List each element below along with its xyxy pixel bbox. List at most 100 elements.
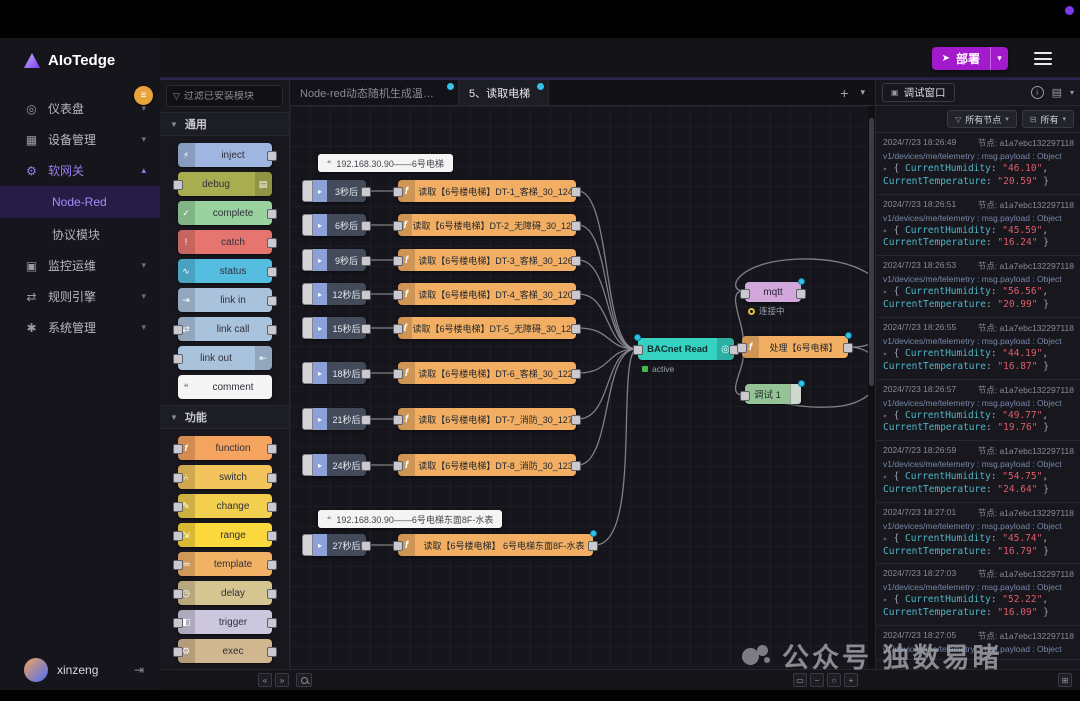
filter-nodes-button[interactable]: ▽ 所有节点 ▾: [947, 110, 1017, 128]
debug-message-list[interactable]: 2024/7/23 18:26:49节点: a1a7ebc132297118 v…: [876, 133, 1080, 671]
inject-button[interactable]: [302, 408, 313, 430]
expand-caret[interactable]: ▸: [883, 287, 888, 296]
add-flow-button[interactable]: +: [840, 85, 848, 101]
expand-caret[interactable]: ▸: [883, 534, 888, 543]
inject-node-18s[interactable]: ▸18秒后: [302, 362, 366, 384]
function-node-read-dt8[interactable]: f读取【6号楼电梯】DT-8_消防_30_123: [398, 454, 576, 476]
inject-button[interactable]: [302, 317, 313, 339]
debug-message[interactable]: 2024/7/23 18:26:49节点: a1a7ebc132297118 v…: [876, 133, 1080, 195]
minimap-toggle-button[interactable]: ▭: [793, 673, 807, 687]
sidebar-item-node-red[interactable]: Node-Red: [0, 186, 160, 218]
sidebar-item-system[interactable]: ✱ 系统管理 ▾: [0, 312, 160, 343]
logout-icon[interactable]: ⇥: [134, 663, 144, 677]
clear-messages-button[interactable]: ⊟ 所有 ▾: [1022, 110, 1074, 128]
palette-collapse-left-button[interactable]: «: [258, 673, 272, 687]
expand-caret[interactable]: ▸: [883, 164, 888, 173]
scrollbar-thumb[interactable]: [869, 118, 874, 386]
inject-button[interactable]: [302, 249, 313, 271]
palette-search-input[interactable]: [184, 91, 274, 102]
palette-node-switch[interactable]: ⑃switch: [178, 465, 272, 489]
floating-widget-badge[interactable]: ≡: [134, 86, 153, 105]
palette-category-function[interactable]: ▼ 功能: [160, 405, 289, 429]
docs-icon[interactable]: ▤: [1052, 86, 1062, 99]
info-icon[interactable]: i: [1031, 86, 1044, 99]
deploy-options-caret[interactable]: ▾: [990, 47, 1008, 70]
palette-search[interactable]: ▽: [166, 85, 283, 107]
inject-node-9s[interactable]: ▸9秒后: [302, 249, 366, 271]
zoom-out-button[interactable]: −: [810, 673, 824, 687]
main-menu-icon[interactable]: [1034, 52, 1052, 65]
palette-node-link-in[interactable]: ⇥link in: [178, 288, 272, 312]
palette-node-template[interactable]: ≔template: [178, 552, 272, 576]
zoom-in-button[interactable]: +: [844, 673, 858, 687]
palette-node-range[interactable]: ⇲range: [178, 523, 272, 547]
inject-button[interactable]: [302, 534, 313, 556]
function-node-read-dt7[interactable]: f读取【6号楼电梯】DT-7_消防_30_127: [398, 408, 576, 430]
debug-message[interactable]: 2024/7/23 18:27:05节点: a1a7ebc132297118 v…: [876, 626, 1080, 660]
inject-node-21s[interactable]: ▸21秒后: [302, 408, 366, 430]
inject-button[interactable]: [302, 454, 313, 476]
mqtt-node[interactable]: mqtt: [745, 282, 801, 302]
inject-node-12s[interactable]: ▸12秒后: [302, 283, 366, 305]
inject-node-27s[interactable]: ▸27秒后: [302, 534, 366, 556]
function-node-read-dt4[interactable]: f读取【6号楼电梯】DT-4_客梯_30_120: [398, 283, 576, 305]
expand-caret[interactable]: ▸: [883, 349, 888, 358]
tab-flow-2-active[interactable]: 5、读取电梯: [459, 80, 549, 105]
inject-node-3s[interactable]: ▸3秒后: [302, 180, 366, 202]
inject-node-15s[interactable]: ▸15秒后: [302, 317, 366, 339]
palette-node-catch[interactable]: !catch: [178, 230, 272, 254]
inject-button[interactable]: [302, 214, 313, 236]
debug-message[interactable]: 2024/7/23 18:26:51节点: a1a7ebc132297118 v…: [876, 195, 1080, 257]
inject-node-24s[interactable]: ▸24秒后: [302, 454, 366, 476]
canvas-search-button[interactable]: [296, 673, 312, 687]
debug-message[interactable]: 2024/7/23 18:27:03节点: a1a7ebc132297118 v…: [876, 564, 1080, 626]
palette-category-common[interactable]: ▼ 通用: [160, 112, 289, 136]
debug-message[interactable]: 2024/7/23 18:26:57节点: a1a7ebc132297118 v…: [876, 380, 1080, 442]
debug-message[interactable]: 2024/7/23 18:26:59节点: a1a7ebc132297118 v…: [876, 441, 1080, 503]
expand-caret[interactable]: ▸: [883, 226, 888, 235]
palette-node-status[interactable]: ∿status: [178, 259, 272, 283]
deploy-button[interactable]: ➤ 部署 ▾: [932, 47, 1008, 70]
sidebar-item-gateway[interactable]: ⚙ 软网关 ▴: [0, 155, 160, 186]
expand-caret[interactable]: ▸: [883, 595, 888, 604]
sidebar-item-monitoring[interactable]: ▣ 监控运维 ▾: [0, 250, 160, 281]
sidebar-item-devices[interactable]: ▦ 设备管理 ▾: [0, 124, 160, 155]
function-node-read-dt3[interactable]: f读取【6号楼电梯】DT-3_客梯_30_126: [398, 249, 576, 271]
palette-node-link-out[interactable]: ⇤link out: [178, 346, 272, 370]
inject-node-6s[interactable]: ▸6秒后: [302, 214, 366, 236]
inject-button[interactable]: [302, 362, 313, 384]
palette-node-comment[interactable]: ❝comment: [178, 375, 272, 399]
palette-node-link-call[interactable]: ⇄link call: [178, 317, 272, 341]
palette-node-delay[interactable]: ◷delay: [178, 581, 272, 605]
palette-node-inject[interactable]: ⚡inject: [178, 143, 272, 167]
function-node-read-dt2[interactable]: f读取【6号楼电梯】DT-2_无障碍_30_125: [398, 214, 576, 236]
flow-list-caret[interactable]: ▾: [860, 87, 865, 98]
expand-caret[interactable]: ▸: [883, 411, 888, 420]
inject-button[interactable]: [302, 180, 313, 202]
palette-collapse-right-button[interactable]: »: [275, 673, 289, 687]
palette-node-function[interactable]: ffunction: [178, 436, 272, 460]
zoom-reset-button[interactable]: ○: [827, 673, 841, 687]
debug-message[interactable]: 2024/7/23 18:26:53节点: a1a7ebc132297118 v…: [876, 256, 1080, 318]
comment-node-bottom[interactable]: ❝ 192.168.30.90——6号电梯东面8F-水表: [318, 510, 502, 528]
palette-node-exec[interactable]: ⚙exec: [178, 639, 272, 663]
inject-button[interactable]: [302, 283, 313, 305]
function-node-read-dt6[interactable]: f读取【6号楼电梯】DT-6_客梯_30_122: [398, 362, 576, 384]
debug-tab[interactable]: ▣ 调试窗口: [882, 83, 955, 102]
bacnet-read-node[interactable]: BACnet Read ◎: [638, 338, 734, 360]
palette-node-trigger[interactable]: ◧trigger: [178, 610, 272, 634]
function-node-read-dt1[interactable]: f读取【6号楼电梯】DT-1_客梯_30_124: [398, 180, 576, 202]
sidebar-options-caret[interactable]: ▾: [1070, 88, 1074, 97]
palette-node-change[interactable]: ✎change: [178, 494, 272, 518]
open-debug-window-button[interactable]: ⊞: [1058, 673, 1072, 687]
flow-canvas[interactable]: ❝ 192.168.30.90——6号电梯 ❝ 192.168.30.90——6…: [290, 106, 875, 671]
tab-flow-1[interactable]: Node-red动态随机生成温湿度: [290, 80, 459, 105]
canvas-vertical-scrollbar[interactable]: [868, 106, 875, 671]
function-node-read-dt5[interactable]: f读取【6号楼电梯】DT-5_无障碍_30_121: [398, 317, 576, 339]
sidebar-item-rule-engine[interactable]: ⇄ 规则引擎 ▾: [0, 281, 160, 312]
sidebar-item-protocol-module[interactable]: 协议模块: [0, 218, 160, 250]
function-node-process[interactable]: f 处理【6号电梯】: [742, 336, 848, 358]
debug-node-1[interactable]: 调试 1: [745, 384, 801, 404]
debug-message[interactable]: 2024/7/23 18:27:01节点: a1a7ebc132297118 v…: [876, 503, 1080, 565]
palette-node-complete[interactable]: ✓complete: [178, 201, 272, 225]
